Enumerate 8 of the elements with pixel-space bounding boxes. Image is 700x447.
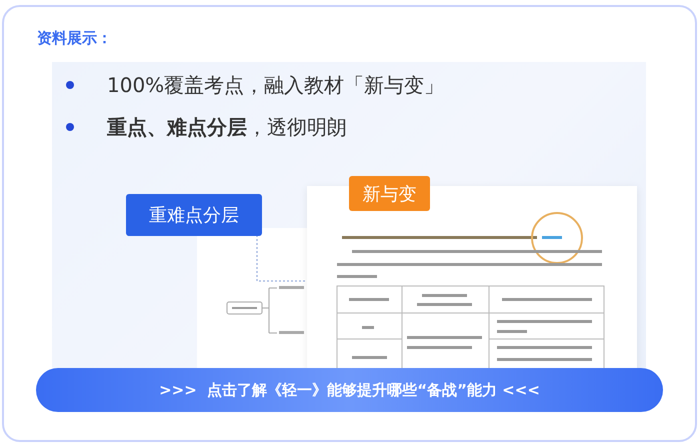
section-title: 资料展示： [37, 29, 113, 48]
bullet-icon [66, 123, 74, 131]
cta-button[interactable]: >>> 点击了解《轻一》能够提升哪些“备战”能力 <<< [36, 368, 663, 412]
bullet-text: 重点、难点分层，透彻明朗 [107, 114, 347, 140]
tag-label: 重难点分层 [126, 194, 262, 236]
tag-label: 新与变 [349, 176, 430, 211]
bullet-text: 100%覆盖考点，融入教材「新与变」 [107, 72, 444, 98]
bullet-icon [66, 81, 74, 89]
